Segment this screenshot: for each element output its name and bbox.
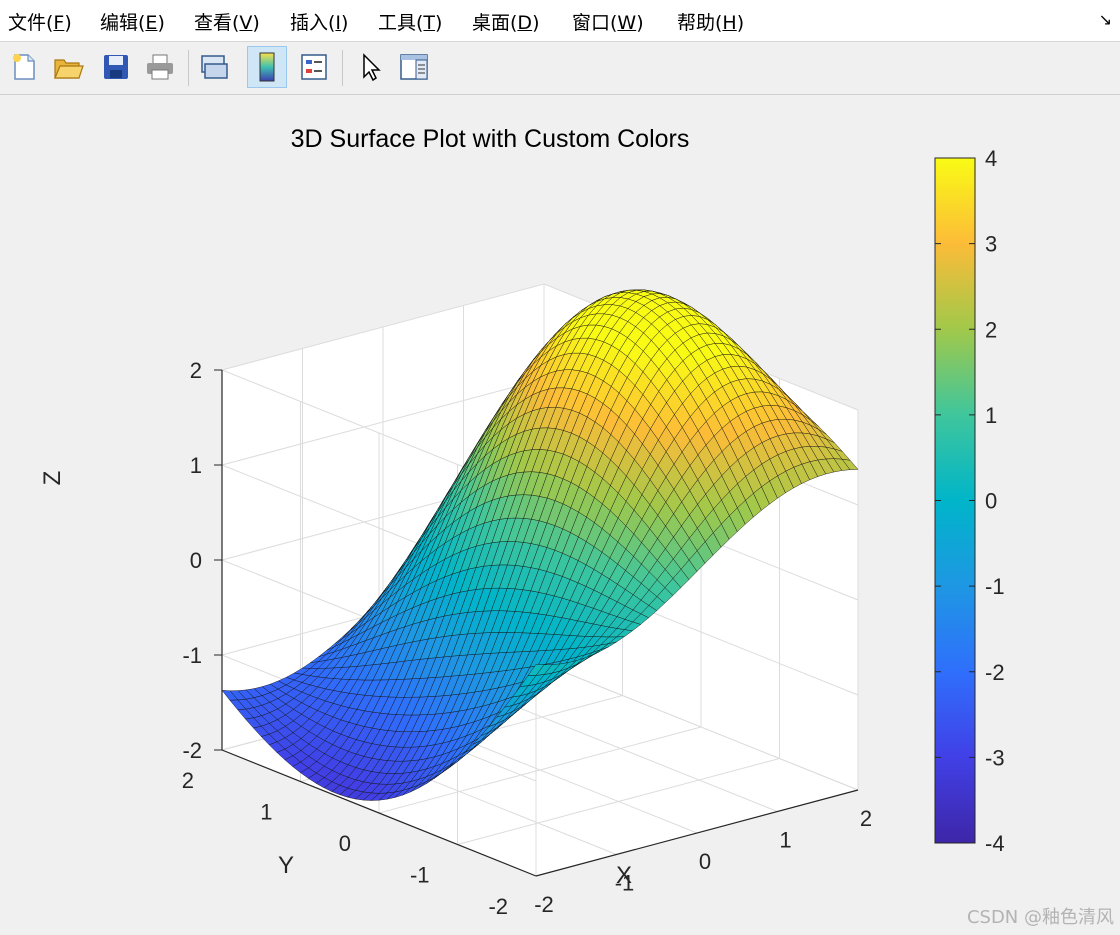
plot-title: 3D Surface Plot with Custom Colors bbox=[291, 125, 690, 153]
colorbar-tick-label: 2 bbox=[985, 317, 997, 342]
y-tick-label: 2 bbox=[182, 768, 194, 793]
z-tick-label: 2 bbox=[190, 358, 202, 383]
colorbar[interactable]: 4 3 2 1 0 -1 -2 -3 -4 bbox=[934, 146, 1005, 856]
z-axis-label: Z bbox=[39, 471, 66, 486]
menu-file[interactable]: 文件(F) bbox=[8, 8, 72, 35]
colorbar-tick-label: 1 bbox=[985, 403, 997, 428]
z-tick-label: 1 bbox=[190, 453, 202, 478]
save-icon[interactable] bbox=[96, 46, 136, 88]
z-tick-label: 0 bbox=[190, 548, 202, 573]
figure-area: -2 -1 0 1 2 -2 -1 0 1 2 -2 -1 0 1 2 3D Surface Plot wi… bbox=[0, 95, 1120, 935]
dock-arrow-icon[interactable]: ↘ bbox=[1099, 10, 1112, 29]
new-figure-icon[interactable] bbox=[4, 46, 44, 88]
menu-view[interactable]: 查看(V) bbox=[194, 8, 260, 35]
menu-window[interactable]: 窗口(W) bbox=[572, 8, 644, 35]
menu-bar: 文件(F) 编辑(E) 查看(V) 插入(I) 工具(T) 桌面(D) 窗口(W… bbox=[0, 0, 1120, 42]
edit-plot-pointer-icon[interactable] bbox=[350, 46, 390, 88]
menu-edit[interactable]: 编辑(E) bbox=[100, 8, 165, 35]
menu-tools[interactable]: 工具(T) bbox=[378, 8, 442, 35]
x-axis-label: X bbox=[616, 862, 632, 889]
y-tick-label: 1 bbox=[260, 800, 272, 825]
colorbar-tick-label: 3 bbox=[985, 232, 997, 257]
y-tick-label: -1 bbox=[410, 863, 430, 888]
x-tick-label: 1 bbox=[779, 828, 791, 853]
watermark: CSDN @釉色清风 bbox=[966, 907, 1114, 928]
colorbar-tick-label: 4 bbox=[985, 146, 997, 171]
menu-insert[interactable]: 插入(I) bbox=[290, 8, 348, 35]
legend-icon[interactable] bbox=[294, 46, 334, 88]
y-axis-label: Y bbox=[278, 852, 294, 879]
menu-desktop[interactable]: 桌面(D) bbox=[472, 8, 539, 35]
z-tick-label: -2 bbox=[182, 738, 202, 763]
z-tick-label: -1 bbox=[182, 643, 202, 668]
x-tick-label: 2 bbox=[860, 806, 872, 831]
open-file-icon[interactable] bbox=[48, 46, 88, 88]
toolbar bbox=[0, 42, 1120, 95]
property-inspector-icon[interactable] bbox=[394, 46, 434, 88]
colorbar-icon[interactable] bbox=[247, 46, 287, 88]
colorbar-tick-label: 0 bbox=[985, 489, 997, 514]
print-icon[interactable] bbox=[140, 46, 180, 88]
colorbar-tick-label: -2 bbox=[985, 660, 1005, 685]
menu-help[interactable]: 帮助(H) bbox=[677, 8, 744, 35]
x-tick-label: 0 bbox=[699, 849, 711, 874]
surface-plot[interactable]: -2 -1 0 1 2 -2 -1 0 1 2 -2 -1 0 1 2 3D Surface Plot wi… bbox=[0, 95, 1120, 935]
x-tick-label: -2 bbox=[534, 892, 554, 917]
colorbar-tick-label: -3 bbox=[985, 745, 1005, 770]
y-tick-label: 0 bbox=[339, 831, 351, 856]
colorbar-tick-label: -1 bbox=[985, 574, 1005, 599]
colorbar-tick-label: -4 bbox=[985, 831, 1005, 856]
link-plot-icon[interactable] bbox=[194, 46, 234, 88]
y-tick-label: -2 bbox=[488, 894, 508, 919]
